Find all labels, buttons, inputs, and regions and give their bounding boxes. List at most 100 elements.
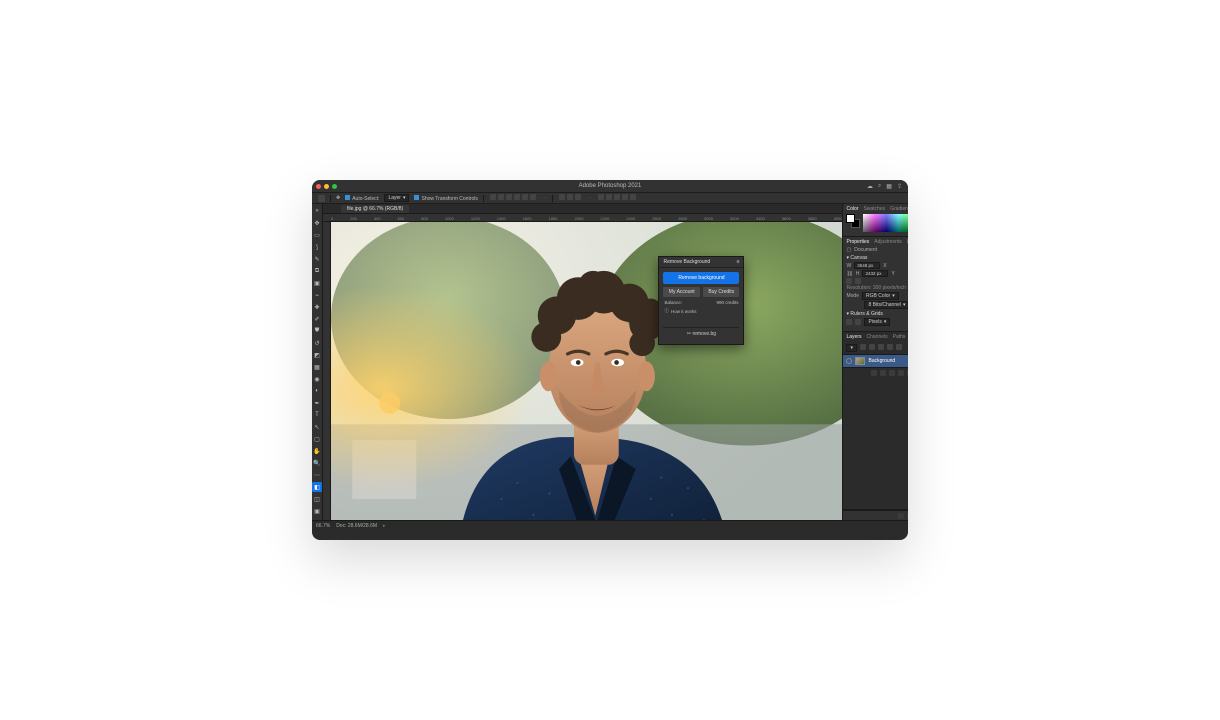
link-icon[interactable]: ⛓ [846,271,852,277]
right-footer [843,510,908,520]
brush-tool[interactable]: ✐ [312,314,322,324]
distribute-controls[interactable] [558,194,582,202]
tab-paths[interactable]: Paths [893,334,906,340]
expand-tools-icon[interactable]: » [312,206,322,216]
titlebar-right-icons: ☁ ⌕ ▦ ⇪ [867,183,902,190]
layer-filter-dropdown[interactable]: ▾ [846,344,857,352]
layer-mask-icon[interactable] [889,370,895,376]
history-brush-tool[interactable]: ↺ [312,338,322,348]
layer-fx-icon[interactable] [880,370,886,376]
tab-color[interactable]: Color [846,206,858,212]
quick-mask-tool[interactable]: ◫ [312,494,322,504]
filter-adjust-icon[interactable] [869,344,875,350]
x-label: X [883,263,886,269]
balance-value: 990 credits [716,300,738,305]
screen-mode-tool[interactable]: ▣ [312,506,322,516]
home-button[interactable] [318,195,325,202]
healing-tool[interactable]: ✚ [312,302,322,312]
dodge-tool[interactable]: ◐ [312,386,322,396]
document-area: file.jpg @ 66.7% (RGB/8) 020040060080010… [323,204,842,520]
workspace-icon[interactable]: ▦ [886,183,892,190]
removebg-panel: Remove Background ≡ Remove background My… [658,256,744,345]
mode-3d-controls[interactable] [597,194,637,202]
orientation-landscape-icon[interactable] [855,278,861,284]
eraser-tool[interactable]: ◩ [312,350,322,360]
color-mode-dropdown[interactable]: RGB Color ▾ [862,292,899,300]
filter-smart-icon[interactable] [896,344,902,350]
footer-icon-2[interactable] [907,513,908,519]
tab-libraries[interactable]: Libraries [907,239,908,245]
ruler-units-dropdown[interactable]: Pixels ▾ [864,318,890,326]
layer-visibility-icon[interactable] [846,358,852,364]
eyedropper-tool[interactable]: ⌁ [312,290,322,300]
tab-gradients[interactable]: Gradients [890,206,908,212]
filter-shape-icon[interactable] [887,344,893,350]
balance-label: Balance: [664,300,682,305]
footer-icon-1[interactable] [898,513,904,519]
layer-thumbnail [855,357,865,365]
remove-background-button[interactable]: Remove background [663,272,739,284]
crop-tool[interactable]: ⧉ [312,266,322,276]
new-adjustment-icon[interactable] [898,370,904,376]
right-panels: Color Swatches Gradients Patterns Proper… [842,204,908,520]
show-transform-label: Show Transform Controls [421,196,477,202]
canvas[interactable]: Remove Background ≡ Remove background My… [331,222,842,520]
stamp-tool[interactable]: ⛊ [312,326,322,336]
color-field[interactable] [863,214,908,232]
search-icon[interactable]: ⌕ [878,183,881,190]
gradient-tool[interactable]: ▦ [312,362,322,372]
marquee-tool[interactable]: ▭ [312,230,322,240]
auto-select-label: Auto-Select: [352,196,379,202]
show-transform-checkbox[interactable] [414,195,419,200]
zoom-tool[interactable]: 🔍 [312,458,322,468]
quick-select-tool[interactable]: ✎ [312,254,322,264]
cloud-sync-icon[interactable]: ☁ [867,183,873,190]
foreground-background-swatch[interactable] [846,214,860,228]
share-icon[interactable]: ⇪ [897,183,902,190]
vertical-ruler [323,222,331,520]
align-controls[interactable] [489,194,537,202]
tab-channels[interactable]: Channels [867,334,888,340]
tab-adjustments[interactable]: Adjustments [874,239,902,245]
grid-toggle-icon[interactable] [855,319,861,325]
shape-tool[interactable]: ▢ [312,434,322,444]
hand-tool[interactable]: ✋ [312,446,322,456]
plugin-title: Remove Background [663,259,710,265]
my-account-button[interactable]: My Account [663,287,700,297]
blur-tool[interactable]: ◉ [312,374,322,384]
buy-credits-button[interactable]: Buy Credits [703,287,740,297]
app-window: Adobe Photoshop 2021 ☁ ⌕ ▦ ⇪ ✥ Auto-Sele… [312,180,908,540]
type-tool[interactable]: T [312,410,322,420]
filter-type-icon[interactable] [878,344,884,350]
path-tool[interactable]: ↖ [312,422,322,432]
orientation-portrait-icon[interactable] [846,278,852,284]
plugin-brand: ✂ remove.bg [663,327,739,340]
width-field[interactable] [854,262,880,269]
ruler-toggle-icon[interactable] [846,319,852,325]
plugin-menu-icon[interactable]: ≡ [737,259,740,265]
tab-layers[interactable]: Layers [846,334,861,340]
tab-swatches[interactable]: Swatches [863,206,885,212]
edit-toolbar-icon[interactable]: ⋯ [312,470,322,480]
filter-pixel-icon[interactable] [860,344,866,350]
how-it-works-link[interactable]: How it works [671,309,697,314]
info-icon: ⓘ [664,308,669,314]
color-swatch-tool[interactable]: ◧ [312,482,322,492]
auto-select-scope-dropdown[interactable]: Layer ▾ [384,194,409,202]
move-tool[interactable]: ✥ [312,218,322,228]
document-info[interactable]: Doc: 28.6M/28.6M [336,523,377,529]
bit-depth-dropdown[interactable]: 8 Bits/Channel ▾ [864,301,908,309]
auto-select-checkbox[interactable] [345,195,350,200]
zoom-level[interactable]: 66.7% [316,523,330,529]
color-panel: Color Swatches Gradients Patterns [843,204,908,237]
document-icon: ▢ [846,247,851,253]
layer-background[interactable]: Background 🔒 [843,354,908,368]
new-group-icon[interactable] [907,370,908,376]
frame-tool[interactable]: ▣ [312,278,322,288]
tab-properties[interactable]: Properties [846,239,869,245]
link-layers-icon[interactable] [871,370,877,376]
height-field[interactable] [862,270,888,277]
pen-tool[interactable]: ✒ [312,398,322,408]
lasso-tool[interactable]: ⟆ [312,242,322,252]
document-tab[interactable]: file.jpg @ 66.7% (RGB/8) [341,205,409,213]
